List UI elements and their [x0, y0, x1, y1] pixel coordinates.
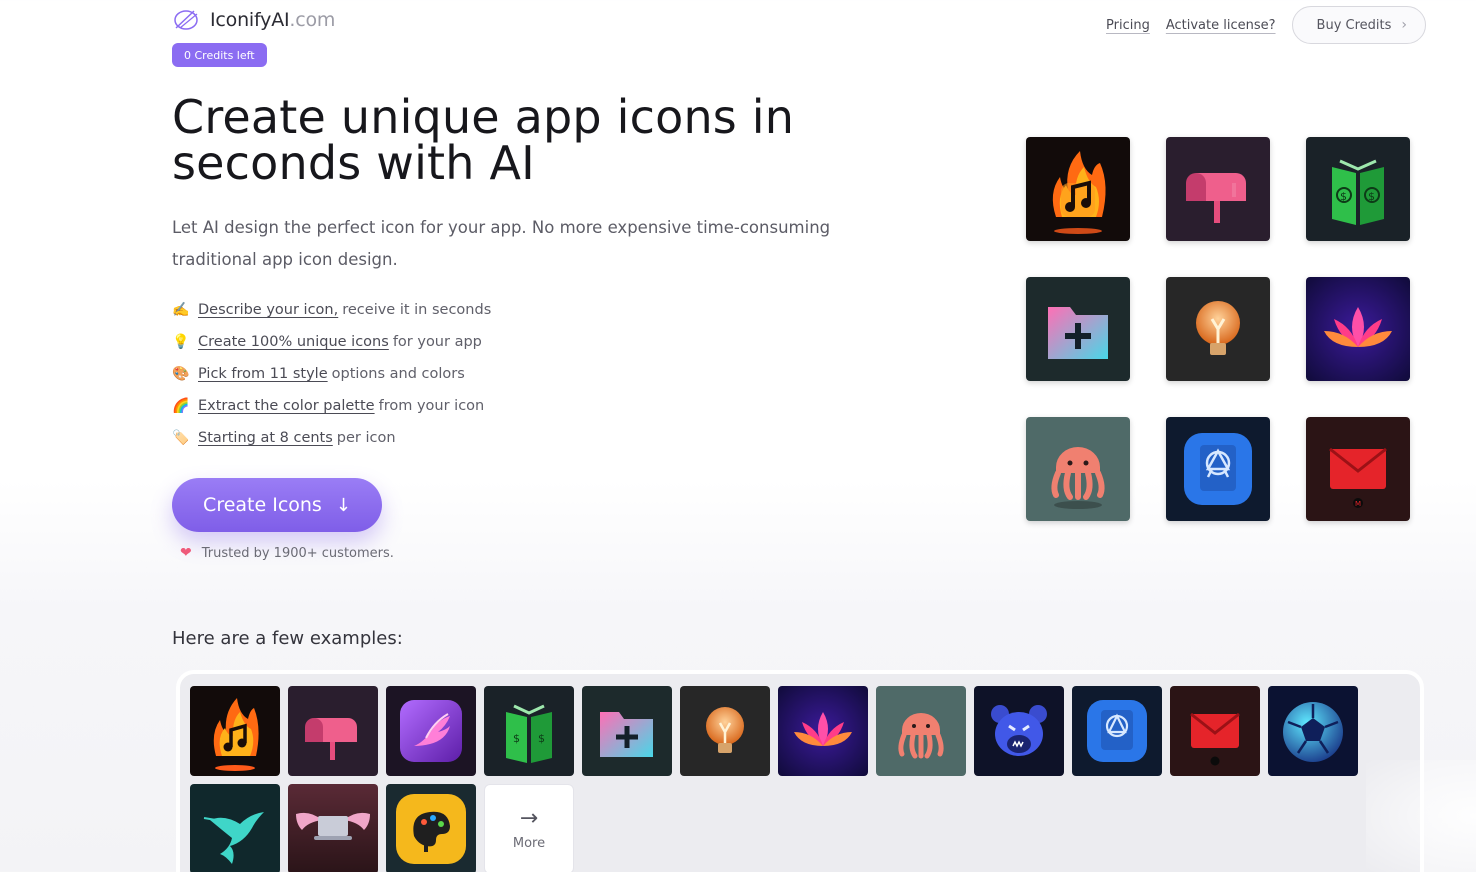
phoenix-icon[interactable]	[386, 686, 476, 776]
fire-music-icon[interactable]	[1026, 137, 1130, 241]
svg-text:$: $	[538, 732, 545, 745]
pricing-link[interactable]: Pricing	[1106, 18, 1150, 33]
app-store-book-icon[interactable]	[1072, 686, 1162, 776]
fire-music-icon[interactable]	[190, 686, 280, 776]
red-mail-icon[interactable]: M	[1306, 417, 1410, 521]
logo[interactable]: IconifyAI.com	[172, 8, 335, 32]
feature-link[interactable]: Describe your icon,	[198, 302, 338, 318]
svg-text:M: M	[1355, 500, 1361, 508]
buy-credits-label: Buy Credits	[1316, 17, 1392, 33]
credits-badge: 0 Credits left	[172, 43, 267, 67]
rainbow-icon: 🌈	[172, 398, 190, 414]
svg-text:$: $	[1340, 190, 1347, 203]
hero-icon-grid: $ $ M	[1026, 137, 1412, 523]
buy-credits-button[interactable]: Buy Credits ›	[1291, 6, 1426, 44]
chevron-right-icon: ›	[1401, 17, 1407, 33]
svg-text:$: $	[513, 732, 520, 745]
examples-panel: $ $ → More	[176, 670, 1424, 872]
bear-icon[interactable]	[974, 686, 1064, 776]
feature-item: 💡 Create 100% unique icons for your app	[172, 326, 491, 358]
palette-icon: 🎨	[172, 366, 190, 382]
panel-fade	[1366, 760, 1476, 872]
activate-license-link[interactable]: Activate license?	[1166, 18, 1276, 33]
lotus-icon[interactable]	[1306, 277, 1410, 381]
logo-icon	[174, 10, 198, 30]
folder-plus-icon[interactable]	[582, 686, 672, 776]
feature-item: 🎨 Pick from 11 style options and colors	[172, 358, 491, 390]
jellyfish-icon[interactable]	[1026, 417, 1130, 521]
feature-list: ✍️ Describe your icon, receive it in sec…	[172, 294, 491, 454]
mailbox-icon[interactable]	[1166, 137, 1270, 241]
examples-label: Here are a few examples:	[172, 628, 403, 649]
paint-palette-icon[interactable]	[386, 784, 476, 872]
arrow-right-icon: →	[519, 805, 539, 831]
create-icons-label: Create Icons	[203, 494, 322, 516]
app-store-book-icon[interactable]	[1166, 417, 1270, 521]
trusted-text: Trusted by 1900+ customers.	[201, 545, 394, 561]
more-examples-button[interactable]: → More	[484, 784, 574, 872]
feature-item: 🏷️ Starting at 8 cents per icon	[172, 422, 491, 454]
logo-text: IconifyAI.com	[210, 9, 336, 31]
feature-text: receive it in seconds	[342, 302, 492, 318]
svg-text:$: $	[1368, 190, 1375, 203]
feature-text: per icon	[336, 430, 396, 446]
price-tag-icon: 🏷️	[172, 430, 190, 446]
arrow-down-icon: ↓	[335, 494, 351, 516]
feature-text: from your icon	[378, 398, 485, 414]
folder-plus-icon[interactable]	[1026, 277, 1130, 381]
feature-text: options and colors	[331, 366, 465, 382]
heart-icon: ❤	[180, 545, 192, 561]
hero-subtitle: Let AI design the perfect icon for your …	[172, 218, 831, 269]
more-label: More	[512, 835, 546, 851]
money-book-icon[interactable]: $ $	[484, 686, 574, 776]
feature-text: for your app	[392, 334, 482, 350]
money-book-icon[interactable]: $ $	[1306, 137, 1410, 241]
trusted-note: ❤ Trusted by 1900+ customers.	[180, 545, 394, 561]
feature-link[interactable]: Create 100% unique icons	[198, 334, 389, 350]
feature-item: 🌈 Extract the color palette from your ic…	[172, 390, 491, 422]
soccer-ball-icon[interactable]	[1268, 686, 1358, 776]
lightbulb-icon[interactable]	[680, 686, 770, 776]
feature-item: ✍️ Describe your icon, receive it in sec…	[172, 294, 491, 326]
feature-link[interactable]: Pick from 11 style	[198, 366, 328, 382]
lotus-icon[interactable]	[778, 686, 868, 776]
create-icons-button[interactable]: Create Icons ↓	[172, 478, 382, 532]
lightbulb-icon: 💡	[172, 334, 190, 350]
feature-link[interactable]: Extract the color palette	[198, 398, 375, 414]
header: IconifyAI.com 0 Credits left Pricing Act…	[0, 0, 1476, 70]
feature-link[interactable]: Starting at 8 cents	[198, 430, 333, 446]
hero-title: Create unique app icons in seconds with …	[172, 90, 795, 190]
jellyfish-icon[interactable]	[876, 686, 966, 776]
hummingbird-icon[interactable]	[190, 784, 280, 872]
mailbox-icon[interactable]	[288, 686, 378, 776]
writing-hand-icon: ✍️	[172, 302, 190, 318]
winged-laptop-icon[interactable]	[288, 784, 378, 872]
red-mail-icon[interactable]	[1170, 686, 1260, 776]
lightbulb-icon[interactable]	[1166, 277, 1270, 381]
top-nav: Pricing Activate license? Buy Credits ›	[1106, 6, 1426, 44]
